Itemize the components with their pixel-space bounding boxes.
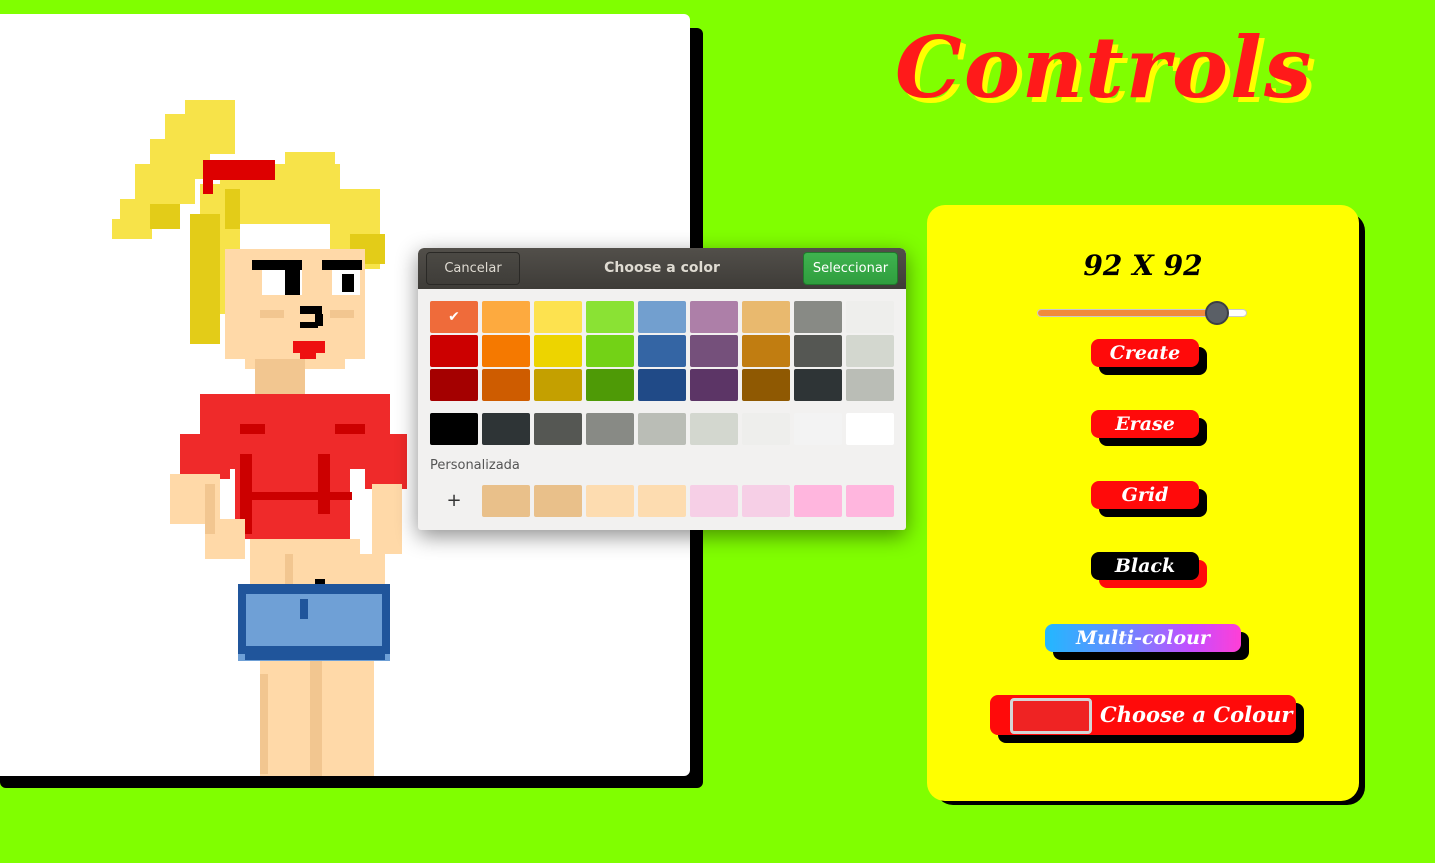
palette-swatch[interactable] <box>482 335 530 367</box>
color-chooser-dialog: Choose a color Cancelar Seleccionar ✔ Pe… <box>418 248 906 530</box>
select-button[interactable]: Seleccionar <box>803 252 898 285</box>
custom-swatch[interactable] <box>690 485 738 517</box>
erase-button-label: Erase <box>1115 413 1175 435</box>
palette-swatch[interactable] <box>638 335 686 367</box>
slider-fill <box>1038 310 1217 316</box>
choose-colour-button[interactable]: Choose a Colour <box>990 695 1304 743</box>
palette-swatch[interactable]: ✔ <box>430 301 478 333</box>
right-leg <box>322 661 374 776</box>
page-title: Controls <box>895 18 1314 117</box>
gray-swatch[interactable] <box>534 413 582 445</box>
palette-swatch[interactable] <box>586 301 634 333</box>
custom-swatch[interactable] <box>534 485 582 517</box>
custom-section-label: Personalizada <box>430 458 520 473</box>
erase-button[interactable]: Erase <box>1091 410 1207 446</box>
palette-swatch[interactable] <box>742 369 790 401</box>
gray-swatch[interactable] <box>482 413 530 445</box>
custom-swatch[interactable] <box>482 485 530 517</box>
custom-swatch[interactable] <box>638 485 686 517</box>
slider-thumb[interactable] <box>1204 301 1229 325</box>
palette-swatch[interactable] <box>742 335 790 367</box>
palette-swatch[interactable] <box>534 335 582 367</box>
palette-swatch[interactable] <box>482 369 530 401</box>
palette-swatch[interactable] <box>430 335 478 367</box>
grid-size-slider[interactable] <box>1037 301 1247 325</box>
palette-swatch[interactable] <box>534 369 582 401</box>
palette-swatch[interactable] <box>482 301 530 333</box>
palette-swatch[interactable] <box>794 301 842 333</box>
create-button[interactable]: Create <box>1091 339 1207 375</box>
gray-swatch[interactable] <box>430 413 478 445</box>
custom-swatch[interactable] <box>586 485 634 517</box>
palette-swatch[interactable] <box>794 335 842 367</box>
belly <box>250 539 360 589</box>
palette-swatch[interactable] <box>690 369 738 401</box>
gray-swatch[interactable] <box>586 413 634 445</box>
custom-swatch[interactable] <box>794 485 842 517</box>
black-button-label: Black <box>1114 555 1176 577</box>
palette-swatch[interactable] <box>430 369 478 401</box>
custom-swatch[interactable] <box>846 485 894 517</box>
multi-colour-button[interactable]: Multi-colour <box>1045 624 1249 660</box>
palette-swatch[interactable] <box>690 301 738 333</box>
palette-swatch[interactable] <box>846 335 894 367</box>
palette-swatch[interactable] <box>742 301 790 333</box>
palette-swatch[interactable] <box>638 369 686 401</box>
palette-swatch[interactable] <box>534 301 582 333</box>
palette-swatch[interactable] <box>846 369 894 401</box>
palette-swatch[interactable] <box>846 301 894 333</box>
multi-colour-button-label: Multi-colour <box>1076 627 1210 649</box>
custom-swatch[interactable] <box>742 485 790 517</box>
gray-swatch[interactable] <box>794 413 842 445</box>
current-colour-swatch[interactable] <box>1010 698 1092 734</box>
gray-swatch[interactable] <box>742 413 790 445</box>
palette-swatch[interactable] <box>794 369 842 401</box>
palette-swatch[interactable] <box>586 335 634 367</box>
grid-button[interactable]: Grid <box>1091 481 1207 517</box>
grid-button-label: Grid <box>1121 484 1169 506</box>
cancel-button[interactable]: Cancelar <box>426 252 520 285</box>
create-button-label: Create <box>1109 342 1181 364</box>
grid-size-label: 92 X 92 <box>1083 249 1203 282</box>
gray-swatch[interactable] <box>638 413 686 445</box>
gray-swatch[interactable] <box>690 413 738 445</box>
gray-swatch[interactable] <box>846 413 894 445</box>
black-button[interactable]: Black <box>1091 552 1207 588</box>
choose-colour-button-label: Choose a Colour <box>1100 702 1293 727</box>
left-leg <box>260 661 315 776</box>
palette-swatch[interactable] <box>586 369 634 401</box>
hair-bow <box>203 160 275 180</box>
palette-swatch[interactable] <box>690 335 738 367</box>
controls-panel: 92 X 92 Create Erase Grid Black Multi-co… <box>927 205 1359 801</box>
palette-swatch[interactable] <box>638 301 686 333</box>
add-custom-color-button[interactable]: + <box>430 485 478 517</box>
